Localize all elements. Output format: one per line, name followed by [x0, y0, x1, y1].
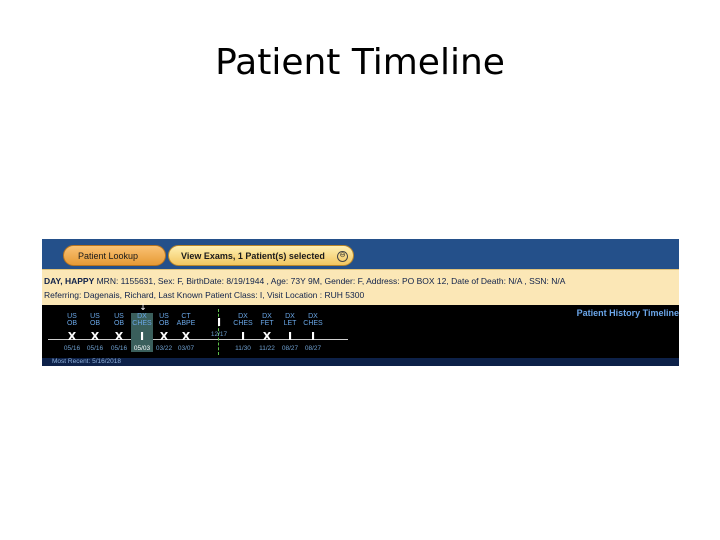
exam-bar-marker-icon: I — [240, 330, 246, 343]
exam-type: CHES — [233, 320, 253, 327]
exam-date: 11/30 — [235, 345, 251, 352]
exam-modality: CT — [181, 313, 191, 320]
exam-bar-marker-icon: I — [310, 330, 316, 343]
exam-bar-marker-icon: I — [287, 330, 293, 343]
tab-patient-lookup[interactable]: Patient Lookup — [63, 245, 166, 266]
exam-type: OB — [113, 320, 125, 327]
exam-modality: US — [114, 313, 124, 320]
exam-type: CHES — [303, 320, 323, 327]
patient-name: DAY, HAPPY — [44, 276, 95, 286]
exam-type: LET — [283, 320, 297, 327]
exam-modality: DX — [238, 313, 248, 320]
exam-bar-marker-icon: I — [139, 330, 145, 343]
close-tab-icon[interactable]: ⊖ — [337, 251, 348, 262]
timeline-exam-7[interactable]: I 12/17 — [208, 313, 230, 338]
exam-x-marker-icon: X — [159, 330, 169, 343]
exam-date: 05/16 — [110, 345, 128, 352]
timeline-exam-3[interactable]: US OB X 05/16 — [108, 313, 130, 352]
timeline-exam-4[interactable]: DX CHES I 05/03 — [131, 313, 153, 352]
timeline-exam-10[interactable]: DX LET I 08/27 — [279, 313, 301, 352]
timeline-footer: Most Recent: 5/16/2018 — [42, 358, 679, 366]
slide-title: Patient Timeline — [215, 42, 505, 83]
exam-x-marker-icon: X — [67, 330, 77, 343]
exam-x-marker-icon: X — [262, 330, 272, 343]
exam-date: 11/22 — [259, 345, 275, 352]
exam-type: OB — [158, 320, 170, 327]
tab-patient-lookup-label: Patient Lookup — [78, 251, 139, 261]
exam-type: FET — [260, 320, 274, 327]
exam-modality: DX — [285, 313, 295, 320]
patient-history-timeline: Patient History Timeline ↓ US OB X 05/16 US O… — [42, 303, 679, 358]
timeline-exam-1[interactable]: US OB X 05/16 — [61, 313, 83, 352]
most-recent-label: Most Recent: 5/16/2018 — [52, 358, 122, 365]
exam-type: OB — [89, 320, 101, 327]
exam-modality: DX — [262, 313, 272, 320]
patient-demographics: MRN: 1155631, Sex: F, BirthDate: 8/19/19… — [94, 276, 566, 286]
exam-date: 05/16 — [63, 345, 81, 352]
exam-date: 08/27 — [281, 345, 299, 352]
exam-date: 12/17 — [210, 331, 228, 338]
exam-modality: US — [67, 313, 77, 320]
ris-application-window: Patient Lookup View Exams, 1 Patient(s) … — [42, 239, 679, 366]
exam-type: OB — [66, 320, 78, 327]
patient-info-banner: DAY, HAPPY MRN: 1155631, Sex: F, BirthDa… — [42, 269, 679, 305]
timeline-exam-6[interactable]: CT ABPE X 03/07 — [175, 313, 197, 352]
timeline-exam-2[interactable]: US OB X 05/16 — [84, 313, 106, 352]
exam-bar-marker-icon: I — [216, 316, 222, 329]
exam-modality: US — [159, 313, 169, 320]
exam-x-marker-icon: X — [90, 330, 100, 343]
patient-info-line-1: DAY, HAPPY MRN: 1155631, Sex: F, BirthDa… — [44, 274, 679, 288]
exam-date: 05/16 — [86, 345, 104, 352]
exam-date: 03/07 — [177, 345, 195, 352]
tab-view-exams-label: View Exams, 1 Patient(s) selected — [181, 251, 325, 261]
tab-view-exams[interactable]: View Exams, 1 Patient(s) selected ⊖ — [168, 245, 354, 266]
exam-modality: DX — [137, 313, 147, 320]
tab-bar: Patient Lookup View Exams, 1 Patient(s) … — [42, 239, 679, 269]
timeline-exam-5[interactable]: US OB X 03/22 — [153, 313, 175, 352]
exam-modality: DX — [308, 313, 318, 320]
exam-type: CHES — [132, 320, 152, 327]
exam-date: 03/22 — [155, 345, 173, 352]
exam-date: 08/27 — [304, 345, 322, 352]
exam-type: ABPE — [176, 320, 196, 327]
timeline-title: Patient History Timeline — [576, 308, 679, 318]
selection-arrow-icon: ↓ — [139, 303, 147, 313]
exam-x-marker-icon: X — [114, 330, 124, 343]
timeline-exam-9[interactable]: DX FET X 11/22 — [256, 313, 278, 352]
exam-x-marker-icon: X — [181, 330, 191, 343]
exam-modality: US — [90, 313, 100, 320]
timeline-exam-8[interactable]: DX CHES I 11/30 — [232, 313, 254, 352]
patient-info-line-2: Referring: Dagenais, Richard, Last Known… — [44, 290, 365, 300]
exam-date: 05/03 — [133, 345, 151, 352]
timeline-exam-11[interactable]: DX CHES I 08/27 — [302, 313, 324, 352]
